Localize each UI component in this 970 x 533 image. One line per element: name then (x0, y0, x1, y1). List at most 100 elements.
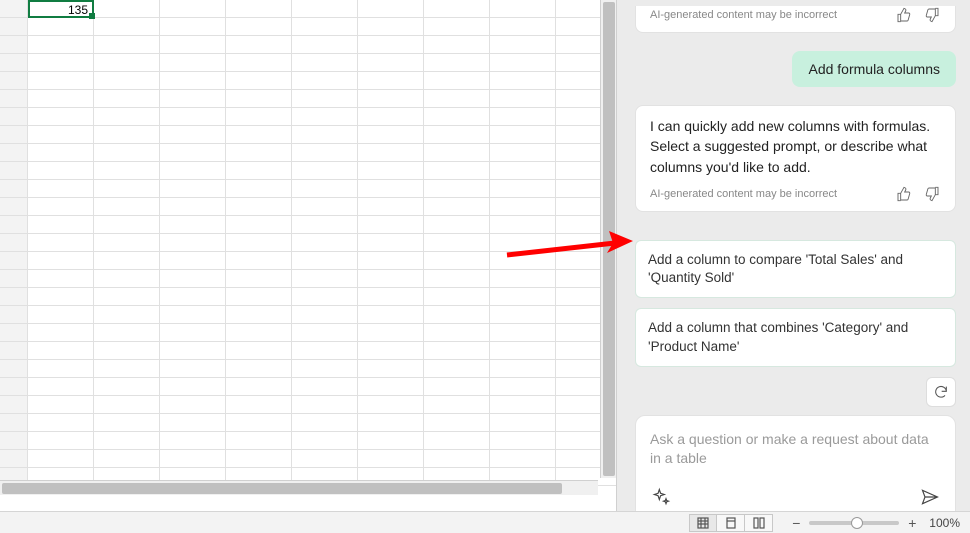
cell[interactable] (226, 126, 292, 144)
cell[interactable] (292, 108, 358, 126)
suggestion-compare-columns[interactable]: Add a column to compare 'Total Sales' an… (635, 240, 956, 298)
cell[interactable] (226, 18, 292, 36)
cell[interactable] (160, 72, 226, 90)
cell[interactable] (358, 108, 424, 126)
cell[interactable] (424, 288, 490, 306)
cell[interactable] (28, 198, 94, 216)
cell[interactable] (490, 0, 556, 18)
cell[interactable] (358, 36, 424, 54)
cell[interactable] (424, 432, 490, 450)
cell[interactable] (160, 432, 226, 450)
cell[interactable] (94, 252, 160, 270)
cell[interactable] (160, 252, 226, 270)
cell[interactable] (424, 54, 490, 72)
cell[interactable] (226, 396, 292, 414)
cell[interactable] (424, 306, 490, 324)
cell[interactable] (490, 360, 556, 378)
row-header[interactable] (0, 0, 28, 18)
cell[interactable] (358, 450, 424, 468)
cell[interactable] (358, 234, 424, 252)
row-header[interactable] (0, 162, 28, 180)
cell[interactable] (358, 162, 424, 180)
cell[interactable] (490, 90, 556, 108)
row-header[interactable] (0, 90, 28, 108)
row-header[interactable] (0, 126, 28, 144)
cell[interactable] (28, 396, 94, 414)
cell[interactable] (424, 324, 490, 342)
zoom-in-button[interactable]: + (905, 516, 919, 530)
cell[interactable] (424, 198, 490, 216)
cell[interactable] (292, 90, 358, 108)
cell[interactable] (358, 414, 424, 432)
cell[interactable] (424, 378, 490, 396)
cell[interactable] (94, 198, 160, 216)
cell[interactable] (94, 90, 160, 108)
cell[interactable] (28, 72, 94, 90)
cell[interactable] (490, 342, 556, 360)
row-header[interactable] (0, 234, 28, 252)
cell[interactable] (94, 432, 160, 450)
cell[interactable] (292, 414, 358, 432)
cell[interactable] (94, 342, 160, 360)
cell[interactable] (160, 234, 226, 252)
row-header[interactable] (0, 306, 28, 324)
cell[interactable] (292, 432, 358, 450)
cell[interactable] (94, 396, 160, 414)
cell[interactable] (28, 36, 94, 54)
cell[interactable] (490, 234, 556, 252)
cell[interactable] (292, 234, 358, 252)
cell[interactable] (292, 450, 358, 468)
cell[interactable] (358, 342, 424, 360)
cell[interactable] (358, 378, 424, 396)
cell[interactable] (160, 36, 226, 54)
cell[interactable] (358, 306, 424, 324)
cell[interactable] (292, 306, 358, 324)
cell[interactable] (424, 216, 490, 234)
cell[interactable] (358, 180, 424, 198)
row-header[interactable] (0, 54, 28, 72)
cell[interactable] (490, 108, 556, 126)
zoom-out-button[interactable]: − (789, 516, 803, 530)
cell[interactable] (292, 198, 358, 216)
cell[interactable] (94, 306, 160, 324)
cell[interactable] (490, 54, 556, 72)
row-header[interactable] (0, 198, 28, 216)
cell[interactable] (358, 144, 424, 162)
zoom-slider-thumb[interactable] (851, 517, 863, 529)
cell[interactable] (358, 90, 424, 108)
row-header[interactable] (0, 324, 28, 342)
cell[interactable] (28, 306, 94, 324)
cell[interactable] (94, 36, 160, 54)
cell[interactable] (94, 126, 160, 144)
cell[interactable] (490, 216, 556, 234)
cell[interactable] (226, 180, 292, 198)
cell[interactable] (292, 342, 358, 360)
cell[interactable] (490, 18, 556, 36)
cell[interactable] (160, 18, 226, 36)
cell[interactable] (28, 432, 94, 450)
cell[interactable] (94, 450, 160, 468)
prompt-input[interactable]: Ask a question or make a request about d… (650, 430, 941, 470)
cell[interactable] (160, 90, 226, 108)
cell[interactable] (94, 324, 160, 342)
cell[interactable] (160, 180, 226, 198)
cell[interactable] (94, 54, 160, 72)
cell[interactable] (292, 378, 358, 396)
cell[interactable] (160, 396, 226, 414)
cell[interactable] (226, 234, 292, 252)
cell[interactable] (160, 126, 226, 144)
cell[interactable] (94, 270, 160, 288)
cell[interactable] (490, 198, 556, 216)
cell[interactable] (292, 360, 358, 378)
cell[interactable] (424, 18, 490, 36)
cell[interactable] (226, 360, 292, 378)
cell[interactable] (292, 18, 358, 36)
cell[interactable] (424, 270, 490, 288)
cell[interactable] (160, 306, 226, 324)
cell[interactable] (358, 54, 424, 72)
sparkle-icon[interactable] (650, 486, 672, 508)
cell[interactable] (490, 144, 556, 162)
cell[interactable] (424, 396, 490, 414)
cell[interactable] (28, 342, 94, 360)
cell[interactable] (226, 414, 292, 432)
